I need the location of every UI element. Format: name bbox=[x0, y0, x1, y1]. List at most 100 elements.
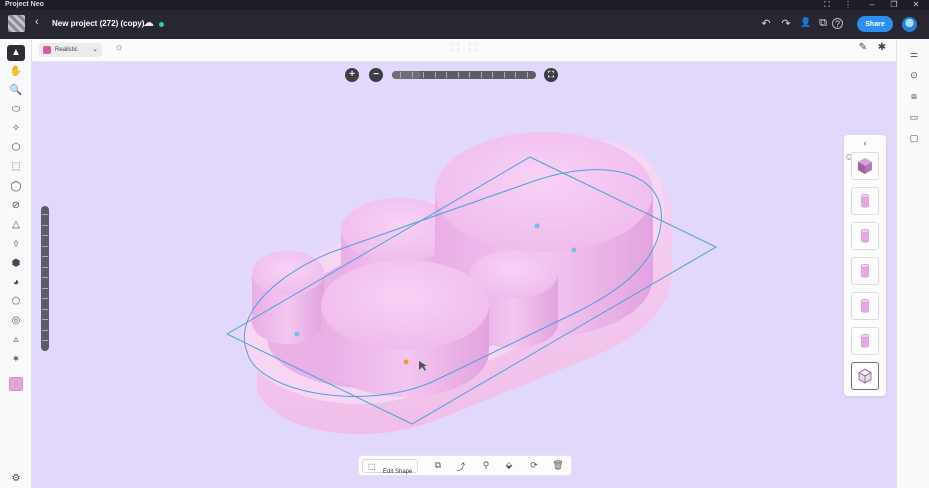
zoom-out-button[interactable]: − bbox=[369, 68, 383, 82]
gizmo-handle-center[interactable] bbox=[534, 223, 540, 229]
pyramid-icon[interactable]: ▵ bbox=[7, 332, 25, 348]
export-icon[interactable]: ⤴ bbox=[454, 460, 468, 473]
3d-viewport[interactable]: + − ⛶ ‹ i ⬚ Edit Shape ⧉ ⤴ ⚲ ⬙ ⟳ 🗑 bbox=[32, 62, 896, 488]
zoom-slider[interactable] bbox=[392, 71, 536, 79]
torus-icon[interactable]: ◕ bbox=[7, 275, 25, 291]
back-icon[interactable]: ‹ bbox=[35, 16, 39, 28]
search-icon[interactable]: 🔍 bbox=[7, 83, 25, 99]
cylinder-icon bbox=[860, 333, 870, 348]
shape-slot-cylinder[interactable] bbox=[851, 327, 879, 355]
vertical-slider[interactable] bbox=[41, 206, 49, 351]
cylinder-large-front[interactable] bbox=[321, 260, 489, 397]
move-icon[interactable]: ✧ bbox=[7, 121, 25, 137]
secondary-toolbar: Realistic ⌄ ☼ ⬚ ⬚ ✎ ✱ bbox=[32, 39, 896, 62]
select-arrow-icon[interactable]: ▲ bbox=[7, 45, 25, 61]
materials-icon[interactable]: ⊙ bbox=[906, 70, 922, 81]
zoom-slider-tick bbox=[515, 72, 516, 78]
shape-slot-cylinder[interactable] bbox=[851, 257, 879, 285]
zoom-slider-tick bbox=[469, 72, 470, 78]
shape-slot-cylinder[interactable] bbox=[851, 187, 879, 215]
screen-icon[interactable]: ⛶ bbox=[819, 0, 835, 10]
drop-icon[interactable]: ⬨ bbox=[7, 236, 25, 252]
undo-icon[interactable]: ↶ bbox=[758, 17, 774, 30]
vertical-slider-tick bbox=[42, 245, 48, 247]
zoom-slider-fill bbox=[392, 71, 421, 79]
prism-icon[interactable]: ⬠ bbox=[7, 294, 25, 310]
scene[interactable] bbox=[32, 62, 896, 488]
settings-icon[interactable]: ⚙ bbox=[7, 471, 25, 487]
more-icon[interactable]: ⋮ bbox=[840, 0, 856, 10]
present-icon[interactable]: ⧉ bbox=[815, 17, 831, 30]
frame-icon[interactable]: ⬚ bbox=[447, 42, 463, 53]
cylinder-icon bbox=[860, 228, 870, 243]
duplicate-icon[interactable]: ⧉ bbox=[431, 460, 445, 471]
project-title[interactable]: New project (272) (copy) bbox=[52, 19, 144, 28]
chevron-down-icon: ⌄ bbox=[92, 46, 98, 53]
shape-action-bar: ⬚ Edit Shape ⧉ ⤴ ⚲ ⬙ ⟳ 🗑 bbox=[358, 455, 572, 476]
cylinder-icon bbox=[860, 298, 870, 313]
gizmo-handle-right[interactable] bbox=[571, 247, 577, 253]
share-button[interactable]: Share bbox=[857, 16, 893, 32]
close-icon[interactable]: ✕ bbox=[908, 0, 924, 10]
eyedropper-icon[interactable]: ⚲ bbox=[479, 460, 493, 471]
edit-shape-button[interactable]: ⬚ Edit Shape bbox=[362, 459, 418, 475]
vertical-slider-tick bbox=[42, 277, 48, 278]
top-bar: ‹ New project (272) (copy) ☁ ↶ ↷ 👤 ⧉ ? S… bbox=[0, 10, 929, 39]
cylinder-icon[interactable]: ⬚ bbox=[7, 159, 25, 175]
vertical-slider-tick bbox=[42, 298, 48, 299]
restore-icon[interactable]: ❐ bbox=[886, 0, 902, 10]
cube-icon[interactable]: ⬡ bbox=[7, 140, 25, 156]
vertical-slider-tick bbox=[42, 308, 48, 310]
vertical-slider-tick bbox=[42, 214, 48, 215]
camera-icon[interactable]: ▭ bbox=[906, 112, 922, 123]
delete-icon[interactable]: 🗑 bbox=[551, 460, 565, 471]
capsule-icon[interactable]: ⊘ bbox=[7, 198, 25, 214]
shape-slot-cylinder[interactable] bbox=[851, 222, 879, 250]
app-logo[interactable] bbox=[8, 15, 25, 32]
sphere-icon[interactable]: ◯ bbox=[7, 179, 25, 195]
zoom-slider-tick bbox=[480, 72, 482, 78]
layers-icon[interactable]: ⧈ bbox=[906, 91, 922, 102]
window-titlebar: Project Neo ⛶ ⋮ – ❐ ✕ bbox=[0, 0, 929, 10]
plane-icon[interactable]: ⬭ bbox=[7, 102, 25, 118]
vertical-slider-tick bbox=[42, 319, 48, 320]
right-toolbar: ⚌ ⊙ ⧈ ▭ ▢ bbox=[896, 39, 929, 488]
star-icon[interactable]: ✶ bbox=[7, 352, 25, 368]
redo-icon[interactable]: ↷ bbox=[778, 17, 794, 30]
gizmo-handle-left[interactable] bbox=[294, 331, 300, 337]
ring-icon[interactable]: ◎ bbox=[7, 313, 25, 329]
sliders-icon[interactable]: ⚌ bbox=[906, 49, 922, 60]
pen-icon[interactable]: ✎ bbox=[855, 42, 871, 53]
cone-icon[interactable]: △ bbox=[7, 217, 25, 233]
color-swatch[interactable] bbox=[9, 377, 23, 391]
shape-slot-cylinder[interactable] bbox=[851, 292, 879, 320]
shape-slot-cube-outline[interactable] bbox=[851, 362, 879, 390]
shape-slot-cube[interactable] bbox=[851, 152, 879, 180]
vertical-slider-tick bbox=[42, 287, 48, 289]
frame-alt-icon[interactable]: ⬚ bbox=[465, 42, 481, 53]
left-toolbar: ▲ ✋ 🔍 ⬭ ✧ ⬡ ⬚ ◯ ⊘ △ ⬨ ⬢ ◕ ⬠ ◎ ▵ ✶ ⚙ bbox=[0, 39, 32, 488]
box-outline-icon[interactable]: ⬢ bbox=[7, 256, 25, 272]
zoom-slider-tick bbox=[526, 72, 528, 78]
lighting-icon[interactable]: ☼ bbox=[111, 42, 127, 53]
zoom-slider-tick bbox=[400, 72, 401, 78]
avatar[interactable] bbox=[902, 17, 917, 32]
replace-icon[interactable]: ⟳ bbox=[527, 460, 541, 471]
edit-shape-label: Edit Shape bbox=[383, 469, 413, 475]
cloud-icon: ☁ bbox=[143, 17, 154, 29]
hand-icon[interactable]: ✋ bbox=[7, 64, 25, 80]
magic-icon[interactable]: ✱ bbox=[874, 42, 890, 53]
edit-shape-icon: ⬚ bbox=[368, 462, 376, 471]
collapse-panel-icon[interactable]: ‹ bbox=[844, 138, 886, 148]
help-icon[interactable]: ? bbox=[832, 18, 843, 29]
user-icon[interactable]: 👤 bbox=[798, 17, 814, 28]
cylinder-icon bbox=[860, 193, 870, 208]
sync-status-dot bbox=[159, 22, 164, 27]
gizmo-handle-origin[interactable] bbox=[403, 359, 409, 365]
zoom-in-button[interactable]: + bbox=[345, 68, 359, 82]
fit-view-button[interactable]: ⛶ bbox=[544, 68, 558, 82]
render-mode-dropdown[interactable]: Realistic ⌄ bbox=[39, 43, 102, 57]
comment-icon[interactable]: ▢ bbox=[906, 133, 922, 144]
minimize-icon[interactable]: – bbox=[864, 0, 880, 10]
paint-icon[interactable]: ⬙ bbox=[502, 460, 516, 471]
